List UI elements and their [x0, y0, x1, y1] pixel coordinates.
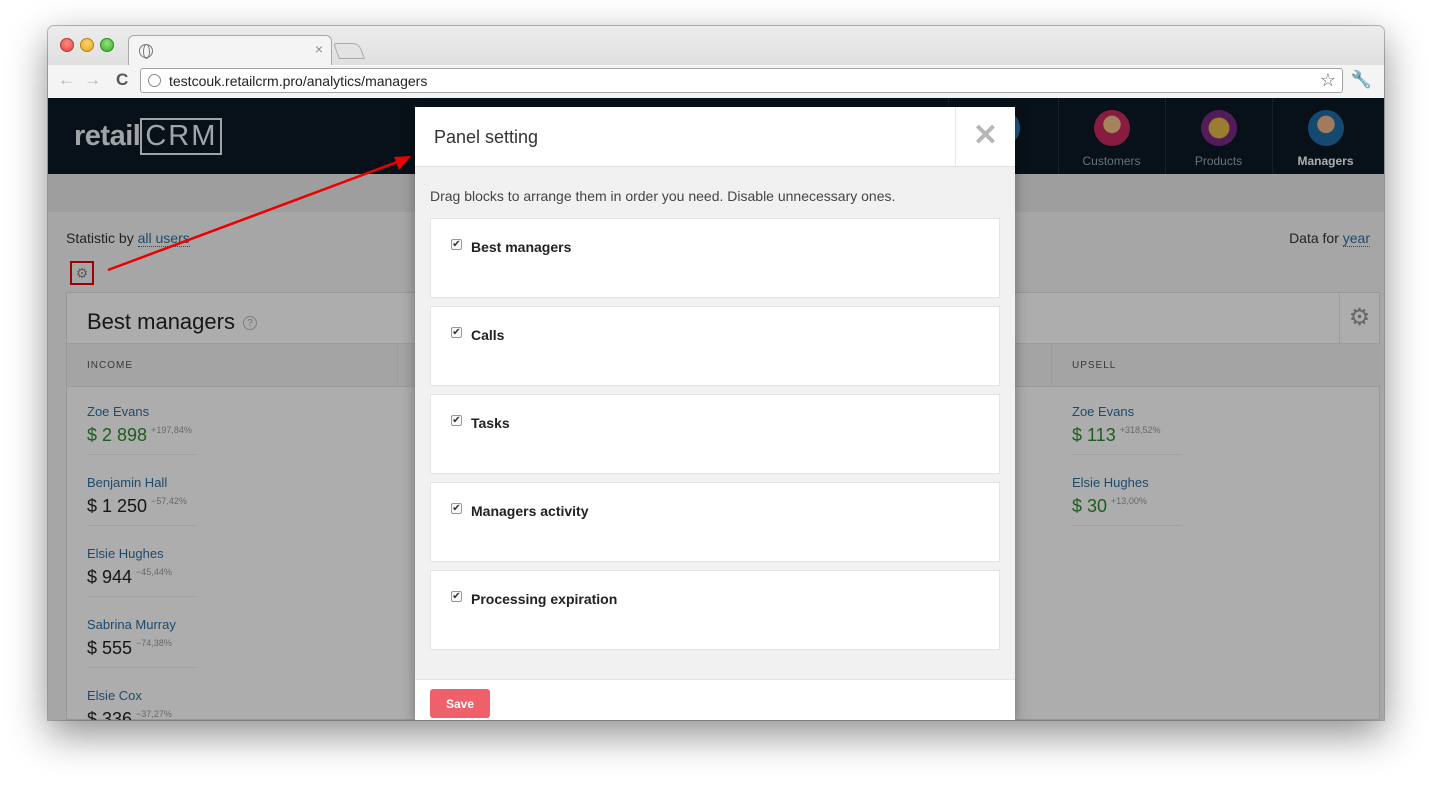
zoom-window-button[interactable] — [100, 38, 114, 52]
block-label: Managers activity — [471, 503, 589, 519]
block-label: Tasks — [471, 415, 510, 431]
block-checkbox[interactable]: ✔ — [451, 591, 462, 602]
modal-title: Panel setting — [434, 127, 539, 147]
close-icon[interactable]: ✕ — [955, 107, 1015, 167]
browser-tab[interactable]: × — [128, 35, 332, 65]
url-text[interactable]: testcouk.retailcrm.pro/analytics/manager… — [169, 73, 427, 89]
browser-chrome: × ← → C testcouk.retailcrm.pro/analytics… — [48, 26, 1384, 98]
browser-window: × ← → C testcouk.retailcrm.pro/analytics… — [48, 26, 1384, 720]
block-checkbox[interactable]: ✔ — [451, 327, 462, 338]
modal-description: Drag blocks to arrange them in order you… — [430, 188, 896, 204]
globe-icon — [139, 44, 153, 59]
block-label: Processing expiration — [471, 591, 618, 607]
block-checkbox[interactable]: ✔ — [451, 503, 462, 514]
block-checkbox[interactable]: ✔ — [451, 415, 462, 426]
forward-arrow-icon[interactable]: → — [84, 70, 101, 90]
draggable-block-best-managers[interactable]: ✔ Best managers — [430, 218, 1000, 298]
browser-toolbar: ← → C testcouk.retailcrm.pro/analytics/m… — [48, 65, 1384, 98]
bookmark-star-icon[interactable]: ☆ — [1320, 70, 1336, 91]
tab-close-icon[interactable]: × — [315, 41, 323, 57]
draggable-block-tasks[interactable]: ✔ Tasks — [430, 394, 1000, 474]
wrench-icon[interactable]: 🔧 — [1351, 70, 1372, 90]
back-arrow-icon[interactable]: ← — [58, 70, 75, 90]
draggable-block-calls[interactable]: ✔ Calls — [430, 306, 1000, 386]
block-label: Best managers — [471, 239, 572, 255]
draggable-block-managers-activity[interactable]: ✔ Managers activity — [430, 482, 1000, 562]
modal-header: Panel setting ✕ — [415, 107, 1015, 167]
block-label: Calls — [471, 327, 505, 343]
draggable-block-processing-expiration[interactable]: ✔ Processing expiration — [430, 570, 1000, 650]
site-info-icon[interactable] — [148, 74, 161, 87]
save-button[interactable]: Save — [430, 689, 490, 718]
block-checkbox[interactable]: ✔ — [451, 239, 462, 250]
close-window-button[interactable] — [60, 38, 74, 52]
modal-footer: Save — [415, 679, 1015, 720]
reload-icon[interactable]: C — [116, 70, 128, 90]
panel-setting-modal: Panel setting ✕ Drag blocks to arrange t… — [415, 107, 1015, 720]
new-tab-button[interactable] — [333, 43, 365, 59]
minimize-window-button[interactable] — [80, 38, 94, 52]
address-bar[interactable]: testcouk.retailcrm.pro/analytics/manager… — [140, 68, 1343, 93]
